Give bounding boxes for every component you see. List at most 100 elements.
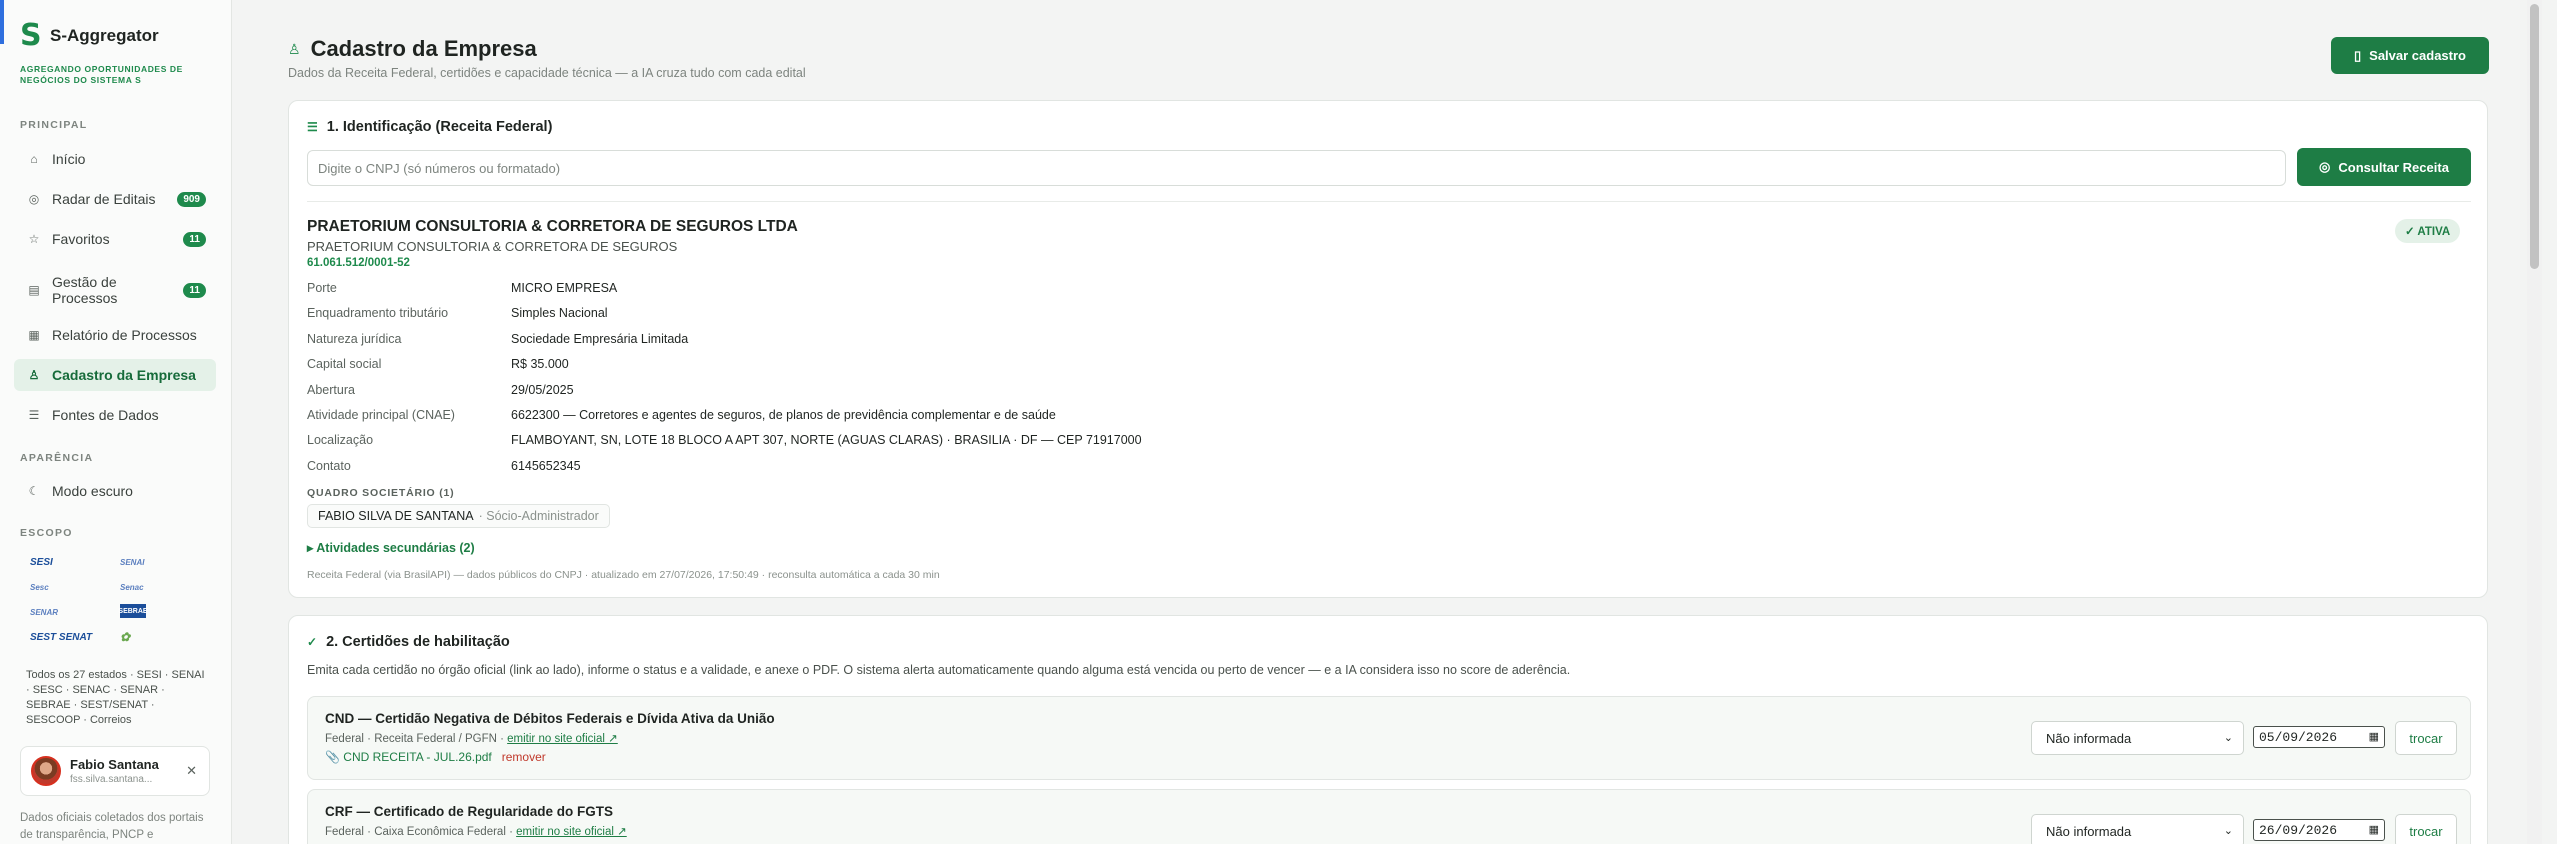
remove-file-link[interactable]: remover bbox=[502, 750, 546, 764]
consult-button-label: Consultar Receita bbox=[2338, 159, 2449, 175]
sidebar-item-label: Fontes de Dados bbox=[52, 407, 159, 423]
calendar-icon[interactable]: ▦ bbox=[2369, 730, 2379, 744]
cert-issuer: Federal · Receita Federal / PGFN · bbox=[325, 733, 508, 745]
attached-file-link[interactable]: 📎 CND RECEITA - JUL.26.pdf bbox=[325, 750, 492, 764]
sidebar-item-relatorio[interactable]: ▦ Relatório de Processos bbox=[14, 319, 216, 351]
app-tagline: AGREGANDO OPORTUNIDADES DE NEGÓCIOS DO S… bbox=[20, 64, 183, 85]
scroll-thumb[interactable] bbox=[2530, 4, 2539, 269]
count-badge: 11 bbox=[183, 231, 206, 247]
save-button[interactable]: ▯ Salvar cadastro bbox=[2331, 37, 2489, 74]
field-label: Localização bbox=[307, 433, 374, 447]
sidebar-item-gestao[interactable]: ▤ Gestão de Processos 11 bbox=[14, 270, 216, 310]
field-enquadramento: Enquadramento tributário Simples Nacional bbox=[307, 306, 608, 320]
swap-file-button[interactable]: trocar bbox=[2395, 721, 2457, 755]
cnpj-input[interactable] bbox=[307, 150, 2286, 186]
field-value: 6622300 — Corretores e agentes de seguro… bbox=[511, 408, 1056, 422]
validity-date-input[interactable]: 05/09/2026 ▦ bbox=[2253, 726, 2385, 748]
cert-title: CRF — Certificado de Regularidade do FGT… bbox=[325, 804, 614, 819]
field-natureza: Natureza jurídica Sociedade Empresária Li… bbox=[307, 332, 688, 346]
date-value: 05/09/2026 bbox=[2259, 729, 2338, 745]
main-content: ♙ Cadastro da Empresa Dados da Receita F… bbox=[232, 0, 2542, 844]
scope-text: Todos os 27 estados · SESI · SENAI · SES… bbox=[26, 669, 205, 726]
socio-name: FABIO SILVA DE SANTANA bbox=[318, 509, 474, 523]
status-select[interactable]: Não informada ⌄ bbox=[2031, 814, 2244, 844]
cert-title: CND — Certidão Negativa de Débitos Feder… bbox=[325, 711, 775, 726]
sebrae-logo: SEBRAE bbox=[118, 604, 148, 618]
card-heading: ☰ 1. Identificação (Receita Federal) bbox=[307, 119, 552, 135]
company-cnpj: 61.061.512/0001-52 bbox=[307, 257, 410, 269]
scope-logos: SESI SENAI Sesc Senac SENAR SEBRAE SEST … bbox=[30, 554, 180, 645]
certidoes-description: Emita cada certidão no órgão oficial (li… bbox=[307, 663, 1571, 677]
sidebar-item-favoritos[interactable]: ☆ Favoritos 11 bbox=[14, 223, 216, 255]
field-cnae: Atividade principal (CNAE) 6622300 — Corr… bbox=[307, 408, 1056, 422]
section-label-aparencia: APARÊNCIA bbox=[20, 452, 94, 464]
user-icon: ♙ bbox=[28, 368, 40, 382]
field-abertura: Abertura 29/05/2025 bbox=[307, 383, 574, 397]
field-label: Capital social bbox=[307, 357, 382, 371]
sidebar-item-label: Início bbox=[52, 151, 86, 167]
socio-role: · Sócio-Administrador bbox=[478, 509, 599, 523]
check-icon: ✓ bbox=[307, 635, 318, 649]
brand[interactable]: S S-Aggregator bbox=[20, 18, 159, 53]
scrollbar[interactable] bbox=[2527, 0, 2542, 844]
save-button-label: Salvar cadastro bbox=[2369, 48, 2466, 63]
dark-mode-toggle[interactable]: ☾ Modo escuro bbox=[14, 475, 216, 507]
chevron-down-icon: ⌄ bbox=[2223, 732, 2233, 744]
radar-icon: ◎ bbox=[28, 192, 40, 206]
sidebar-item-inicio[interactable]: ⌂ Início bbox=[14, 143, 216, 175]
status-select[interactable]: Não informada ⌄ bbox=[2031, 721, 2244, 755]
senar-logo: SENAR bbox=[30, 607, 59, 617]
divider bbox=[307, 201, 2471, 202]
kanban-icon: ▤ bbox=[28, 283, 40, 297]
consult-receita-button[interactable]: ◎ Consultar Receita bbox=[2297, 148, 2471, 186]
senac-logo: Senac bbox=[120, 582, 144, 592]
field-contato: Contato 6145652345 bbox=[307, 459, 581, 473]
field-value: MICRO EMPRESA bbox=[511, 281, 618, 295]
avatar bbox=[31, 756, 61, 786]
field-value: Sociedade Empresária Limitada bbox=[511, 332, 689, 346]
page-subtitle: Dados da Receita Federal, certidões e ca… bbox=[288, 66, 806, 80]
sescoop-logo: ✿ bbox=[120, 630, 131, 644]
sidebar-item-label: Cadastro da Empresa bbox=[52, 367, 196, 383]
sesi-logo: SESI bbox=[30, 556, 53, 568]
sidebar-item-cadastro[interactable]: ♙ Cadastro da Empresa bbox=[14, 359, 216, 391]
star-icon: ☆ bbox=[28, 232, 40, 246]
field-value: R$ 35.000 bbox=[511, 357, 569, 371]
field-label: Atividade principal (CNAE) bbox=[307, 408, 455, 422]
sesc-logo: Sesc bbox=[30, 582, 49, 592]
sidebar-item-fontes[interactable]: ☰ Fontes de Dados bbox=[14, 399, 216, 431]
emit-link[interactable]: emitir no site oficial ↗ bbox=[516, 826, 627, 838]
moon-icon: ☾ bbox=[28, 484, 40, 498]
logo-icon: S bbox=[20, 18, 42, 53]
status-select-value: Não informada bbox=[2046, 823, 2132, 839]
field-label: Enquadramento tributário bbox=[307, 306, 449, 320]
validity-date-input[interactable]: 26/09/2026 ▦ bbox=[2253, 819, 2385, 841]
nome-fantasia: PRAETORIUM CONSULTORIA & CORRETORA DE SE… bbox=[307, 239, 678, 254]
sidebar-item-label: Relatório de Processos bbox=[52, 327, 197, 343]
emit-link[interactable]: emitir no site oficial ↗ bbox=[507, 733, 618, 745]
section-label-principal: PRINCIPAL bbox=[20, 119, 88, 131]
user-icon: ♙ bbox=[288, 40, 301, 57]
close-icon[interactable]: ✕ bbox=[186, 763, 197, 779]
table-icon: ▦ bbox=[28, 328, 40, 342]
cert-item-cnd: CND — Certidão Negativa de Débitos Feder… bbox=[307, 696, 2471, 780]
dark-mode-label: Modo escuro bbox=[52, 483, 133, 499]
field-label: Contato bbox=[307, 459, 351, 473]
count-badge: 11 bbox=[183, 282, 206, 298]
quadro-societario-label: QUADRO SOCIETÁRIO (1) bbox=[307, 487, 455, 499]
calendar-icon[interactable]: ▦ bbox=[2369, 823, 2379, 837]
cert-meta: Federal · Receita Federal / PGFN · emiti… bbox=[325, 731, 618, 745]
sidebar-item-label: Radar de Editais bbox=[52, 191, 156, 207]
field-value: 29/05/2025 bbox=[511, 383, 574, 397]
swap-file-button[interactable]: trocar bbox=[2395, 814, 2457, 844]
field-value: FLAMBOYANT, SN, LOTE 18 BLOCO A APT 307,… bbox=[511, 433, 1142, 447]
user-name: Fabio Santana bbox=[70, 757, 159, 772]
count-badge: 909 bbox=[177, 191, 206, 207]
field-label: Porte bbox=[307, 281, 337, 295]
page-header: ♙ Cadastro da Empresa bbox=[288, 36, 537, 62]
date-value: 26/09/2026 bbox=[2259, 822, 2338, 838]
secondary-activities-toggle[interactable]: ▸ Atividades secundárias (2) bbox=[307, 540, 475, 555]
identificacao-card: ☰ 1. Identificação (Receita Federal) ◎ C… bbox=[288, 100, 2488, 598]
user-card[interactable]: Fabio Santana fss.silva.santana... ✕ bbox=[20, 746, 210, 796]
sidebar-item-radar[interactable]: ◎ Radar de Editais 909 bbox=[14, 183, 216, 215]
